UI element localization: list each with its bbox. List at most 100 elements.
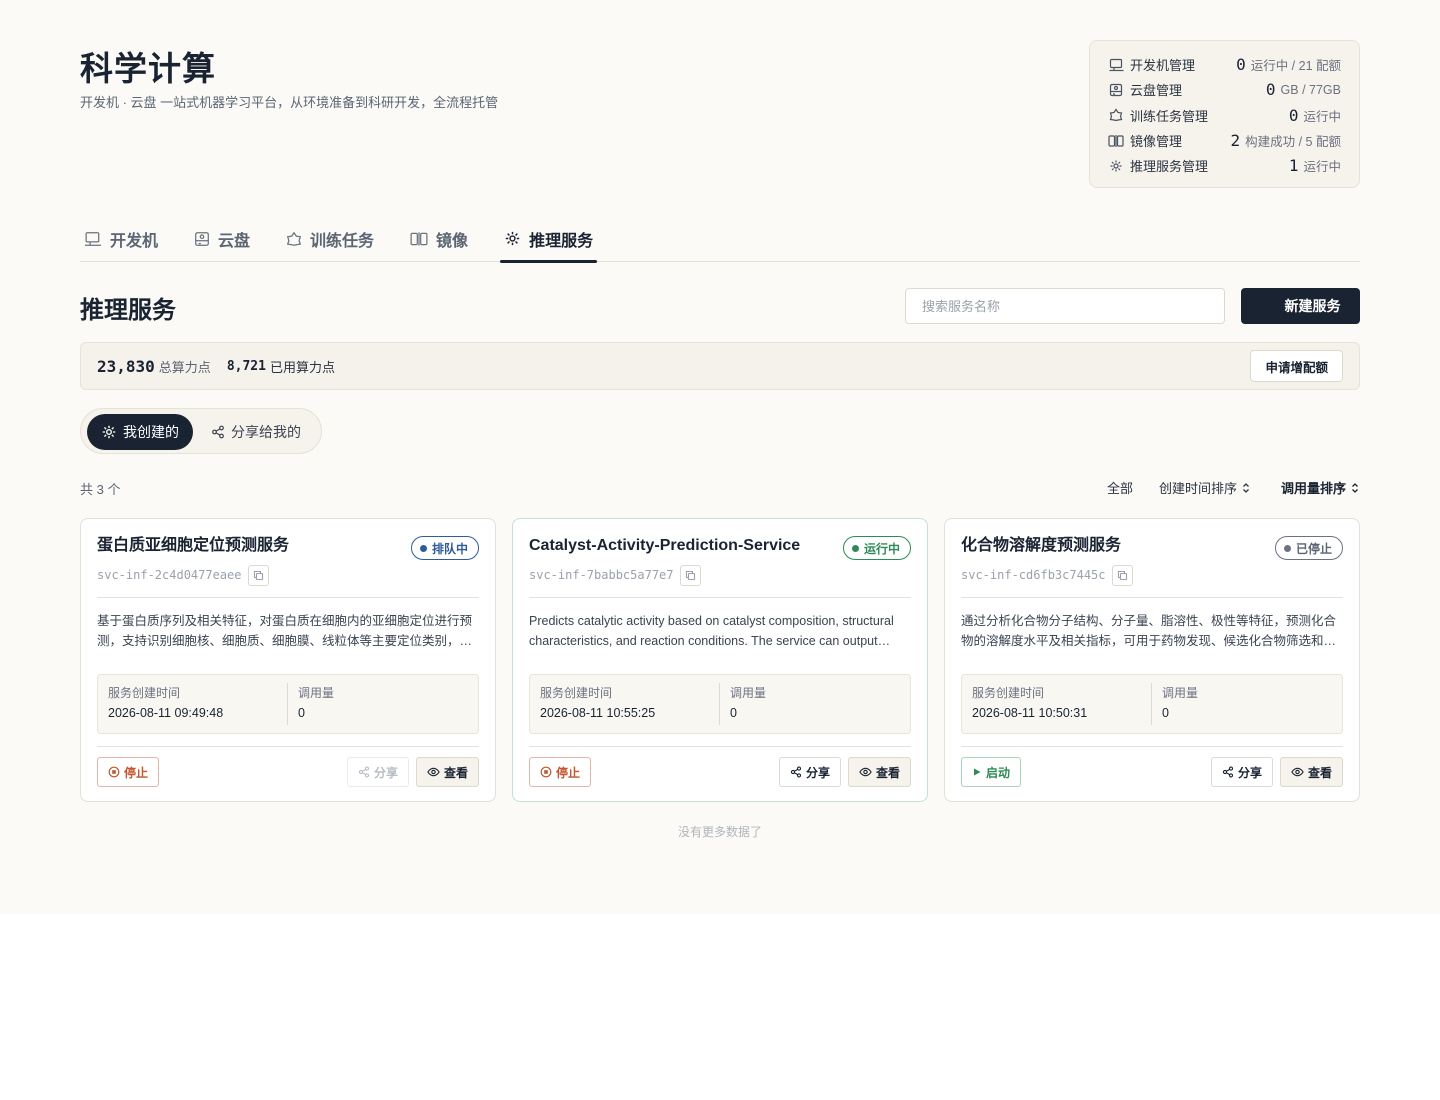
stat-value: 2 (1230, 131, 1241, 151)
button-label: 停止 (124, 765, 149, 780)
stop-button[interactable]: 停止 (97, 757, 160, 787)
status-dot (1283, 544, 1291, 552)
service-id: svc-inf-2c4d0477eaee (97, 568, 242, 582)
share-icon (358, 766, 370, 778)
sort-controls: 全部 创建时间排序 调用量排序 (1107, 478, 1360, 497)
share-button[interactable]: 分享 (1210, 757, 1273, 787)
divider (97, 597, 479, 598)
service-meta: 服务创建时间 2026-08-11 10:55:25 调用量 0 (529, 674, 911, 734)
sort-label: 创建时间排序 (1158, 481, 1237, 496)
button-label: 查看 (1307, 765, 1332, 780)
copy-id-button[interactable] (1111, 564, 1133, 586)
meta-value: 0 (1162, 706, 1169, 720)
dev-machine-icon (1108, 57, 1124, 73)
tab-image[interactable]: 镜像 (406, 215, 472, 262)
sort-calls[interactable]: 调用量排序 (1281, 478, 1360, 497)
meta-calls: 调用量 0 (288, 683, 344, 725)
card-actions: 启动 分享 查看 (961, 757, 1343, 787)
button-label: 停止 (556, 765, 581, 780)
stat-image[interactable]: 镜像管理 2 构建成功 / 5 配额 (1108, 128, 1341, 153)
meta-created: 服务创建时间 2026-08-11 09:49:48 (98, 683, 288, 725)
total-points-label: 总算力点 (158, 359, 211, 375)
status-dot (419, 544, 427, 552)
segment-mine[interactable]: 我创建的 (87, 414, 193, 450)
share-icon (790, 766, 802, 778)
share-button[interactable]: 分享 (778, 757, 841, 787)
total-points-value: 23,830 (97, 356, 155, 376)
stat-unit: GB / 77GB (1280, 82, 1341, 97)
filter-all[interactable]: 全部 (1107, 478, 1133, 497)
sort-created-time[interactable]: 创建时间排序 (1159, 478, 1251, 497)
start-button[interactable]: 启动 (961, 757, 1022, 787)
stop-icon (108, 766, 120, 778)
stat-inference[interactable]: 推理服务管理 1 运行中 (1108, 153, 1341, 178)
meta-value: 2026-08-11 10:50:31 (972, 706, 1088, 720)
copy-icon (685, 570, 695, 580)
image-icon (1108, 133, 1124, 149)
copy-id-button[interactable] (247, 564, 269, 586)
sort-icon (1352, 482, 1358, 493)
service-id: svc-inf-cd6fb3c7445c (961, 568, 1106, 582)
sort-label: 调用量排序 (1280, 481, 1346, 496)
end-of-list-text: 没有更多数据了 (677, 825, 762, 839)
new-service-button[interactable]: 新建服务 (1241, 288, 1360, 324)
service-name: 化合物溶解度预测服务 (961, 537, 1122, 554)
meta-value: 0 (298, 706, 305, 720)
stat-cloud-disk[interactable]: 云盘管理 0 GB / 77GB (1108, 77, 1341, 102)
tab-dev-machine[interactable]: 开发机 (80, 215, 162, 262)
meta-value: 0 (730, 706, 737, 720)
stat-label: 开发机管理 (1130, 58, 1196, 74)
stop-button[interactable]: 停止 (529, 757, 592, 787)
service-card-list: 蛋白质亚细胞定位预测服务 排队中 svc-inf-2c4d0477eaee 基于… (80, 518, 1360, 802)
meta-created: 服务创建时间 2026-08-11 10:50:31 (962, 683, 1152, 725)
stat-unit: 运行中 (1303, 109, 1341, 124)
meta-value: 2026-08-11 09:49:48 (108, 706, 224, 720)
service-id-row: svc-inf-7babbc5a77e7 (529, 564, 911, 586)
meta-key: 调用量 (1162, 686, 1199, 700)
copy-id-button[interactable] (679, 564, 701, 586)
eye-icon (859, 767, 872, 777)
section-title: 推理服务 (80, 295, 176, 324)
segment-shared[interactable]: 分享给我的 (197, 414, 315, 450)
search-input[interactable] (905, 288, 1225, 324)
inference-icon (102, 425, 116, 439)
tab-label: 云盘 (218, 232, 251, 250)
status-label: 运行中 (863, 541, 900, 556)
tab-cloud-disk[interactable]: 云盘 (190, 215, 254, 262)
tab-inference[interactable]: 推理服务 (500, 215, 598, 263)
service-card[interactable]: 蛋白质亚细胞定位预测服务 排队中 svc-inf-2c4d0477eaee 基于… (80, 518, 496, 802)
card-actions: 停止 分享 查看 (97, 757, 479, 787)
service-card[interactable]: 化合物溶解度预测服务 已停止 svc-inf-cd6fb3c7445c 通过分析… (944, 518, 1360, 802)
stat-value: 0 (1236, 55, 1246, 75)
cloud-disk-icon (195, 231, 209, 246)
quota-bar: 23,830 总算力点 8,721 已用算力点 申请增配额 (80, 342, 1360, 390)
cloud-disk-icon (1108, 82, 1124, 98)
stat-dev-machine[interactable]: 开发机管理 0 运行中 / 21 配额 (1108, 52, 1341, 77)
meta-key: 服务创建时间 (540, 686, 613, 700)
view-button[interactable]: 查看 (415, 757, 479, 787)
play-icon (974, 768, 981, 776)
stat-unit: 构建成功 / 5 配额 (1245, 135, 1341, 150)
tab-training[interactable]: 训练任务 (282, 215, 378, 262)
request-quota-button[interactable]: 申请增配额 (1250, 350, 1343, 382)
page: 科学计算 开发机 · 云盘 一站式机器学习平台，从环境准备到科研开发，全流程托管… (0, 0, 1440, 914)
result-count: 共 3 个 (80, 482, 121, 497)
main-tabs: 开发机 云盘 训练任务 镜像 推理服务 (80, 215, 1360, 263)
divider (961, 746, 1343, 747)
divider (961, 597, 1343, 598)
tab-label: 推理服务 (529, 232, 594, 250)
view-button[interactable]: 查看 (847, 757, 911, 787)
copy-icon (1117, 570, 1127, 580)
inference-icon (505, 231, 520, 246)
share-button[interactable]: 分享 (346, 757, 409, 787)
view-button[interactable]: 查看 (1279, 757, 1343, 787)
stat-training[interactable]: 训练任务管理 0 运行中 (1108, 103, 1341, 128)
divider (529, 597, 911, 598)
stat-label: 训练任务管理 (1130, 108, 1209, 124)
service-meta: 服务创建时间 2026-08-11 09:49:48 调用量 0 (97, 674, 479, 734)
service-card[interactable]: Catalyst-Activity-Prediction-Service 运行中… (512, 518, 928, 802)
meta-calls: 调用量 0 (1152, 683, 1208, 725)
sort-icon (1243, 482, 1249, 493)
button-label: 分享 (1237, 765, 1262, 780)
status-label: 排队中 (431, 541, 468, 556)
